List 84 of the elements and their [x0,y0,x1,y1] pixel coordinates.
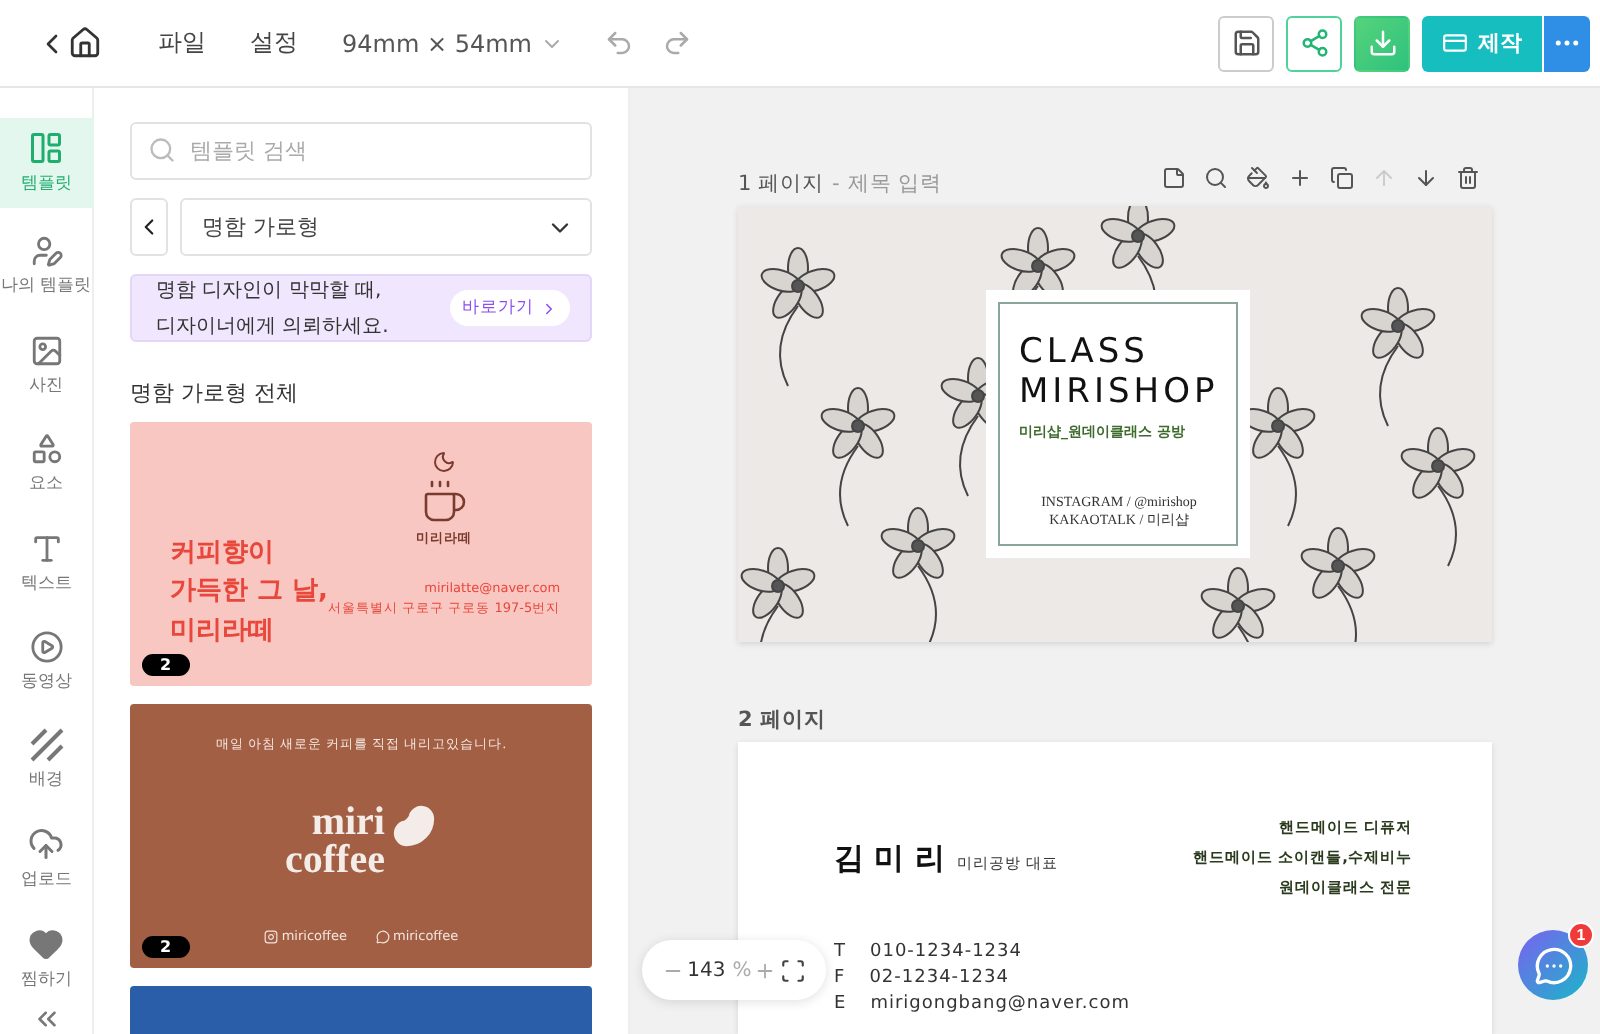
plus-icon [754,959,777,981]
search-button[interactable] [1204,166,1228,190]
card-icon [1442,30,1468,56]
person-name: 김 미 리 [834,839,945,877]
note-icon [1162,166,1186,190]
coffee-bean-icon [392,803,437,847]
copy-icon [1330,166,1354,190]
fit-screen-button[interactable] [779,957,806,983]
search-icon [1204,166,1228,190]
page-count-badge: 2 [142,654,190,676]
more-button[interactable] [1542,15,1590,71]
page-label: 1 페이지 [738,171,825,195]
sidebar-item[interactable]: 사진 [0,315,93,415]
page-count-badge: 2 [142,936,190,958]
sidebar-item[interactable]: 동영상 [0,612,93,712]
plus-icon [1288,166,1312,190]
heart-icon [28,925,64,962]
image-icon [29,333,63,368]
user-pen-icon [29,234,63,269]
save-icon [1231,28,1261,58]
contact-label: T [834,942,846,962]
sidebar-item[interactable]: 배경 [0,711,93,811]
notification-badge: 1 [1568,922,1594,948]
contact-value: mirigongbang@naver.com [870,994,1130,1014]
upload-icon [28,826,64,863]
logo-text: miri [311,803,385,841]
sidebar-item[interactable]: 나의 템플릿 [0,217,93,316]
copy-button[interactable] [1330,166,1354,190]
text-icon [29,531,63,566]
size-dropdown[interactable]: 94mm × 54mm [342,29,564,57]
search-field[interactable]: 템플릿 검색 [130,122,592,180]
sidebar-item[interactable]: 업로드 [0,810,93,910]
sidebar-item[interactable]: 요소 [0,414,93,514]
add-page-button[interactable] [1288,166,1312,190]
contact-label: E [834,994,847,1014]
card-title: CLASS [1019,332,1151,373]
card-headline: 가득한 그 날, [170,574,328,610]
chat-icon [375,929,389,943]
trash-icon [1456,166,1480,190]
contact-value: 010-1234-1234 [870,942,1022,962]
chevron-right-icon [540,299,558,317]
page-title-field[interactable]: 제목 입력 [847,171,943,195]
chat-icon [1533,945,1573,985]
share-button[interactable] [1286,15,1342,71]
card-headline: 미리라떼 [170,613,276,649]
delete-button[interactable] [1456,166,1480,190]
banner-text: 디자이너에게 의뢰하세요. [156,314,389,340]
sidebar-item[interactable]: 텍스트 [0,513,93,613]
shortcut-button[interactable]: 바로가기 [450,290,570,326]
contact-label: F [834,968,846,988]
fit-screen-icon [779,957,806,983]
sidebar-item[interactable]: 찜하기 [0,909,93,1008]
play-icon [29,629,63,664]
zoom-value: 143 [687,959,726,981]
contact-value: 02-1234-1234 [869,968,1009,988]
logo-text: coffee [285,841,385,879]
instagram-icon [263,929,278,943]
zoom-unit: % [732,959,752,981]
download-icon [1367,28,1397,58]
sidebar-item[interactable]: 템플릿 [0,118,93,207]
separator-text: - [832,171,840,195]
home-icon[interactable] [68,26,102,60]
arrow-down-icon [1414,166,1438,190]
layout-icon [28,129,64,166]
category-dropdown[interactable]: 명함 가로형 [180,198,592,256]
arrow-up-icon [1372,166,1396,190]
section-title: 명함 가로형 전체 [130,378,300,408]
move-down-button[interactable] [1414,166,1438,190]
moon-icon [432,450,457,474]
paint-bucket-icon [1246,166,1270,190]
save-button[interactable] [1218,15,1274,71]
menu-item[interactable]: 설정 [250,26,298,60]
share-icon [1299,28,1329,58]
card-title: MIRISHOP [1019,372,1219,414]
paint-bucket-button[interactable] [1246,166,1270,190]
note-button[interactable] [1162,166,1186,190]
menu-item[interactable]: 파일 [158,26,206,60]
card-headline: 커피향이 [170,535,276,571]
banner-text: 명함 디자인이 막막할 때, [156,278,384,304]
search-icon [148,136,176,164]
shapes-icon [29,432,63,467]
hatch-icon [29,728,63,763]
page-label: 2 페이지 [738,707,826,731]
coffee-cup-icon [420,478,469,526]
